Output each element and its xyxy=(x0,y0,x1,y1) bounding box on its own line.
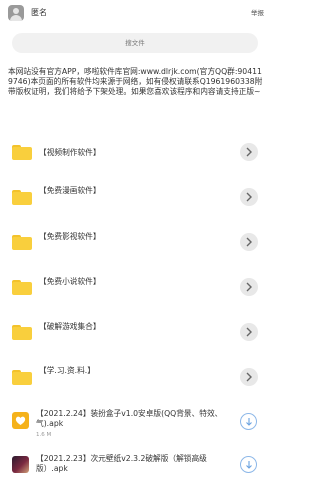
file-name: 【2021.2.23】次元壁纸v2.3.2破解版（解锁高级版）.apk xyxy=(36,454,207,473)
folder-icon xyxy=(12,325,32,340)
folder-row-0[interactable]: 【视频制作软件】 xyxy=(0,133,270,171)
folder-label: 【破解游戏集合】 xyxy=(39,322,101,331)
folder-label: 【免费漫画软件】 xyxy=(39,186,101,195)
folder-icon xyxy=(12,145,32,160)
folder-label: 【免费影视软件】 xyxy=(39,232,101,241)
folder-row-4[interactable]: 【破解游戏集合】 xyxy=(0,313,270,351)
username[interactable]: 匿名 xyxy=(31,7,47,18)
anime-app-icon xyxy=(12,456,29,473)
folder-row-1[interactable]: 【免费漫画软件】 xyxy=(0,178,270,216)
folder-label: 【学.习.资.料.】 xyxy=(39,366,95,375)
chevron-right-icon[interactable] xyxy=(240,323,258,341)
report-button[interactable]: 举报 xyxy=(251,7,264,17)
chevron-right-icon[interactable] xyxy=(240,278,258,296)
search-input[interactable]: 搜文件 xyxy=(12,33,258,53)
chevron-right-icon[interactable] xyxy=(240,188,258,206)
avatar[interactable] xyxy=(8,5,24,21)
folder-icon xyxy=(12,235,32,250)
file-row-1[interactable]: 【2021.2.23】次元壁纸v2.3.2破解版（解锁高级版）.apk xyxy=(0,446,270,480)
file-row-0[interactable]: 【2021.2.24】装扮盒子v1.0安卓版(QQ背景、特效、气).apk 1.… xyxy=(0,402,270,442)
chevron-right-icon[interactable] xyxy=(240,368,258,386)
heart-app-icon xyxy=(12,412,29,429)
folder-icon xyxy=(12,190,32,205)
folder-row-5[interactable]: 【学.习.资.料.】 xyxy=(0,358,270,396)
folder-row-2[interactable]: 【免费影视软件】 xyxy=(0,223,270,261)
folder-icon xyxy=(12,370,32,385)
folder-icon xyxy=(12,280,32,295)
chevron-right-icon[interactable] xyxy=(240,143,258,161)
folder-label: 【免费小说软件】 xyxy=(39,277,101,286)
file-size: 1.6 M xyxy=(36,432,52,438)
chevron-right-icon[interactable] xyxy=(240,233,258,251)
folder-label: 【视频制作软件】 xyxy=(39,148,101,157)
folder-row-3[interactable]: 【免费小说软件】 xyxy=(0,268,270,306)
file-name: 【2021.2.24】装扮盒子v1.0安卓版(QQ背景、特效、气).apk xyxy=(36,409,223,428)
notice-text: 本网站没有官方APP，哆啦软件库官网:www.dlrjk.com(官方QQ群:9… xyxy=(8,67,263,96)
download-icon[interactable] xyxy=(240,456,257,473)
top-bar: 匿名 举报 xyxy=(0,0,270,28)
download-icon[interactable] xyxy=(240,413,257,430)
